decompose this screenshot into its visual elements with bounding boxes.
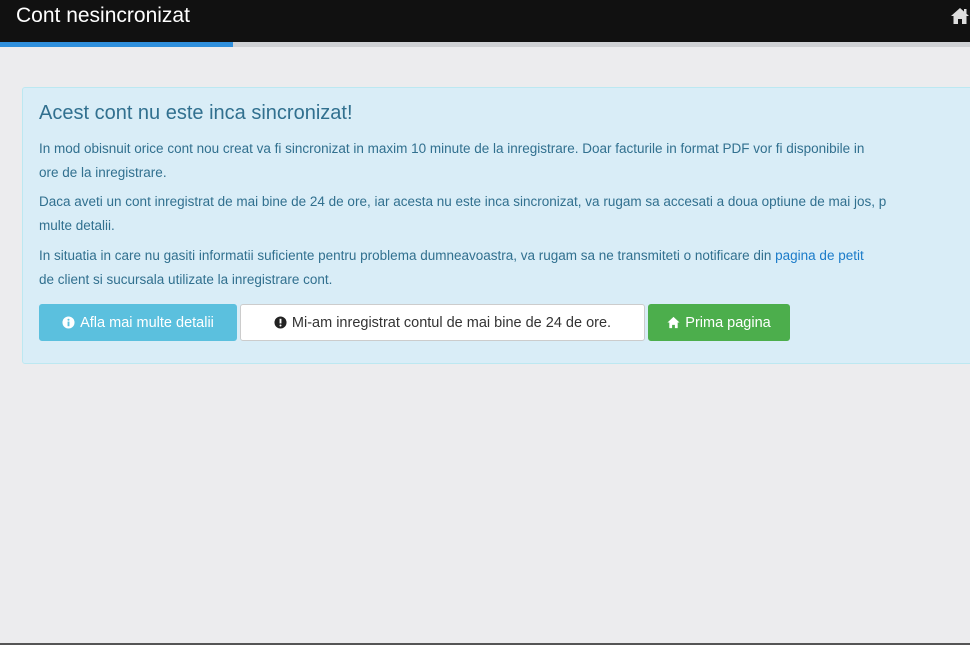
page-title: Cont nesincronizat [16, 4, 190, 27]
alert-text: de client si sucursala utilizate la inre… [39, 272, 333, 287]
alert-text: ore de la inregistrare. [39, 165, 167, 180]
exclamation-circle-icon [274, 316, 287, 329]
alert-text: Daca aveti un cont inregistrat de mai bi… [39, 194, 887, 209]
alert-text: In mod obisnuit orice cont nou creat va … [39, 141, 865, 156]
alert-heading: Acest cont nu este inca sincronizat! [39, 102, 353, 124]
sync-alert: Acest cont nu este inca sincronizat! In … [22, 87, 970, 364]
progress-bar-fill [0, 42, 233, 47]
registered-24h-button[interactable]: Mi-am inregistrat contul de mai bine de … [240, 304, 645, 341]
home-icon[interactable] [950, 7, 970, 25]
progress-bar [0, 42, 970, 47]
alert-paragraph-sync-info: In mod obisnuit orice cont nou creat va … [39, 137, 970, 185]
registered-24h-label: Mi-am inregistrat contul de mai bine de … [291, 314, 612, 331]
home-page-label: Prima pagina [685, 314, 771, 331]
home-icon [667, 316, 680, 329]
info-circle-icon [62, 316, 75, 329]
top-bar: Cont nesincronizat [0, 0, 970, 42]
alert-paragraph-notification: In situatia in care nu gasiti informatii… [39, 244, 970, 292]
petition-page-link[interactable]: pagina de petit [775, 248, 864, 263]
alert-text: In situatia in care nu gasiti informatii… [39, 248, 776, 263]
alert-paragraph-24h: Daca aveti un cont inregistrat de mai bi… [39, 190, 970, 238]
home-page-button[interactable]: Prima pagina [648, 304, 790, 341]
more-details-button[interactable]: Afla mai multe detalii [39, 304, 237, 341]
more-details-label: Afla mai multe detalii [80, 314, 214, 331]
alert-text: multe detalii. [39, 218, 115, 233]
alert-text-line: In situatia in care nu gasiti informatii… [39, 244, 970, 268]
